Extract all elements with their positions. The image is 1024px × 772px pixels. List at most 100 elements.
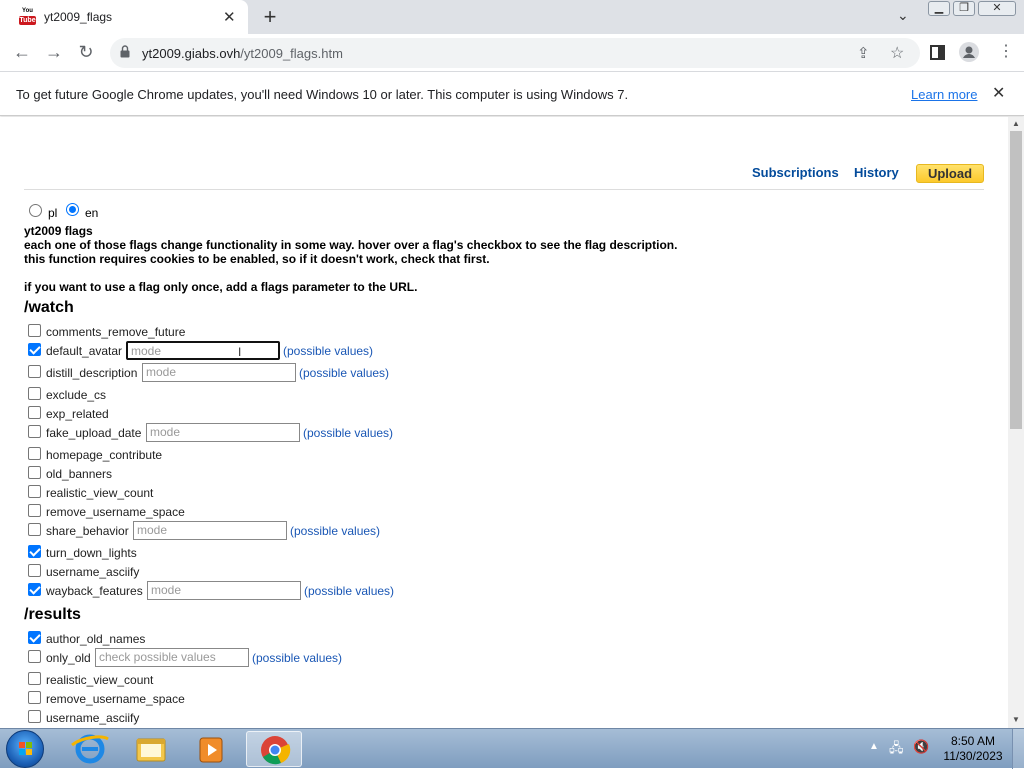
browser-toolbar: ← → ↻ yt2009.giabs.ovh/yt2009_flags.htm … — [0, 34, 1024, 72]
flag-mode-input[interactable]: check possible values — [95, 648, 249, 667]
flag-checkbox[interactable] — [28, 691, 41, 704]
page-content: Subscriptions History Upload pl en yt200… — [0, 117, 1008, 728]
flag-label: exp_related — [46, 407, 109, 421]
flag-checkbox[interactable] — [28, 523, 41, 536]
share-icon[interactable]: ⇪ — [857, 44, 870, 62]
possible-values-link[interactable]: (possible values) — [252, 651, 342, 665]
possible-values-link[interactable]: (possible values) — [290, 524, 380, 538]
flag-checkbox[interactable] — [28, 504, 41, 517]
new-tab-icon[interactable]: + — [259, 4, 281, 29]
show-desktop-button[interactable] — [1012, 729, 1024, 769]
url-host: yt2009.giabs.ovh — [142, 46, 241, 61]
section-heading-watch: /watch — [24, 299, 74, 316]
profile-icon[interactable] — [959, 42, 979, 62]
flag-checkbox[interactable] — [28, 545, 41, 558]
flag-label: wayback_features — [46, 584, 143, 598]
infobar-close-icon[interactable]: ✕ — [992, 83, 1005, 103]
tab-strip: You Tube yt2009_flags ✕ + ⌄ ▁ ❐ ✕ — [0, 0, 1024, 34]
tab-close-icon[interactable]: ✕ — [223, 8, 236, 26]
learn-more-link[interactable]: Learn more — [911, 87, 977, 102]
flag-label: exclude_cs — [46, 388, 107, 402]
media-player-icon[interactable] — [184, 731, 240, 767]
lang-label-pl: pl — [48, 206, 58, 220]
subscriptions-link[interactable]: Subscriptions — [752, 165, 839, 180]
sidepanel-icon[interactable] — [930, 45, 945, 60]
flag-checkbox[interactable] — [28, 710, 41, 723]
restore-icon[interactable]: ❐ — [953, 1, 975, 16]
address-bar[interactable]: yt2009.giabs.ovh/yt2009_flags.htm ⇪ ☆ — [110, 38, 920, 68]
flag-mode-input[interactable]: mode — [133, 521, 287, 540]
forward-icon[interactable]: → — [42, 41, 66, 65]
flag-label: fake_upload_date — [46, 426, 142, 440]
flag-checkbox[interactable] — [28, 387, 41, 400]
flag-label: username_asciify — [46, 711, 140, 725]
intro-line-3: if you want to use a flag only once, add… — [24, 280, 418, 294]
star-icon[interactable]: ☆ — [890, 43, 904, 63]
show-hidden-icons-icon[interactable]: ▲ — [869, 741, 879, 752]
flag-checkbox[interactable] — [28, 406, 41, 419]
menu-icon[interactable]: ⋮ — [998, 41, 1014, 61]
lang-radio-en[interactable] — [66, 203, 79, 216]
file-explorer-icon[interactable] — [123, 731, 179, 767]
history-link[interactable]: History — [854, 165, 899, 180]
browser-tab[interactable]: You Tube yt2009_flags ✕ — [0, 0, 248, 34]
network-icon[interactable]: 🖧 — [889, 739, 904, 761]
reload-icon[interactable]: ↻ — [74, 41, 98, 65]
tab-search-chevron-icon[interactable]: ⌄ — [897, 7, 909, 24]
flag-mode-input[interactable]: mode — [146, 423, 300, 442]
flag-checkbox[interactable] — [28, 485, 41, 498]
flag-checkbox[interactable] — [28, 447, 41, 460]
back-icon[interactable]: ← — [10, 41, 34, 65]
clock-date: 11/30/2023 — [943, 749, 1003, 763]
possible-values-link[interactable]: (possible values) — [303, 426, 393, 440]
flag-checkbox[interactable] — [28, 631, 41, 644]
flag-checkbox[interactable] — [28, 365, 41, 378]
flag-label: remove_username_space — [46, 692, 185, 706]
scroll-down-icon[interactable]: ▼ — [1012, 715, 1020, 724]
flag-checkbox[interactable] — [28, 466, 41, 479]
flag-mode-input[interactable]: mode — [126, 341, 280, 360]
internet-explorer-icon[interactable] — [62, 731, 118, 767]
possible-values-link[interactable]: (possible values) — [304, 584, 394, 598]
flag-label: distill_description — [46, 366, 138, 380]
window-close-icon[interactable]: ✕ — [978, 1, 1016, 16]
scroll-up-icon[interactable]: ▲ — [1012, 119, 1020, 128]
flag-checkbox[interactable] — [28, 672, 41, 685]
flag-label: old_banners — [46, 467, 113, 481]
flag-label: remove_username_space — [46, 505, 185, 519]
favicon-text: You — [22, 8, 33, 14]
system-clock[interactable]: 8:50 AM 11/30/2023 — [938, 734, 1008, 764]
windows-logo-icon — [19, 742, 32, 755]
update-infobar: To get future Google Chrome updates, you… — [0, 72, 1024, 116]
chrome-icon[interactable] — [246, 731, 302, 767]
flag-checkbox[interactable] — [28, 583, 41, 596]
flag-mode-input[interactable]: mode — [142, 363, 296, 382]
possible-values-link[interactable]: (possible values) — [283, 344, 373, 358]
tab-title: yt2009_flags — [44, 10, 113, 24]
flag-checkbox[interactable] — [28, 324, 41, 337]
upload-button[interactable]: Upload — [916, 164, 984, 183]
clock-time: 8:50 AM — [950, 734, 996, 748]
start-button[interactable] — [6, 730, 44, 768]
lang-label-en: en — [85, 206, 99, 220]
flag-checkbox[interactable] — [28, 343, 41, 356]
volume-muted-icon[interactable]: 🔇 — [913, 739, 929, 755]
flag-checkbox[interactable] — [28, 425, 41, 438]
flag-label: realistic_view_count — [46, 486, 154, 500]
flag-label: share_behavior — [46, 524, 129, 538]
page-title: yt2009 flags — [24, 224, 93, 238]
lang-radio-pl[interactable] — [29, 204, 42, 217]
flag-label: homepage_contribute — [46, 448, 163, 462]
scrollbar-thumb[interactable] — [1010, 131, 1022, 429]
minimize-icon[interactable]: ▁ — [928, 1, 950, 16]
flag-checkbox[interactable] — [28, 564, 41, 577]
flag-mode-input[interactable]: mode — [147, 581, 301, 600]
flag-label: author_old_names — [46, 632, 146, 646]
possible-values-link[interactable]: (possible values) — [299, 366, 389, 380]
windows-taskbar: ▲ 🖧 🔇 8:50 AM 11/30/2023 — [0, 728, 1024, 769]
flag-checkbox[interactable] — [28, 650, 41, 663]
flag-label: realistic_view_count — [46, 673, 154, 687]
flag-label: turn_down_lights — [46, 546, 137, 560]
page-scrollbar[interactable]: ▲ ▼ — [1008, 117, 1024, 728]
lock-icon — [120, 45, 130, 58]
